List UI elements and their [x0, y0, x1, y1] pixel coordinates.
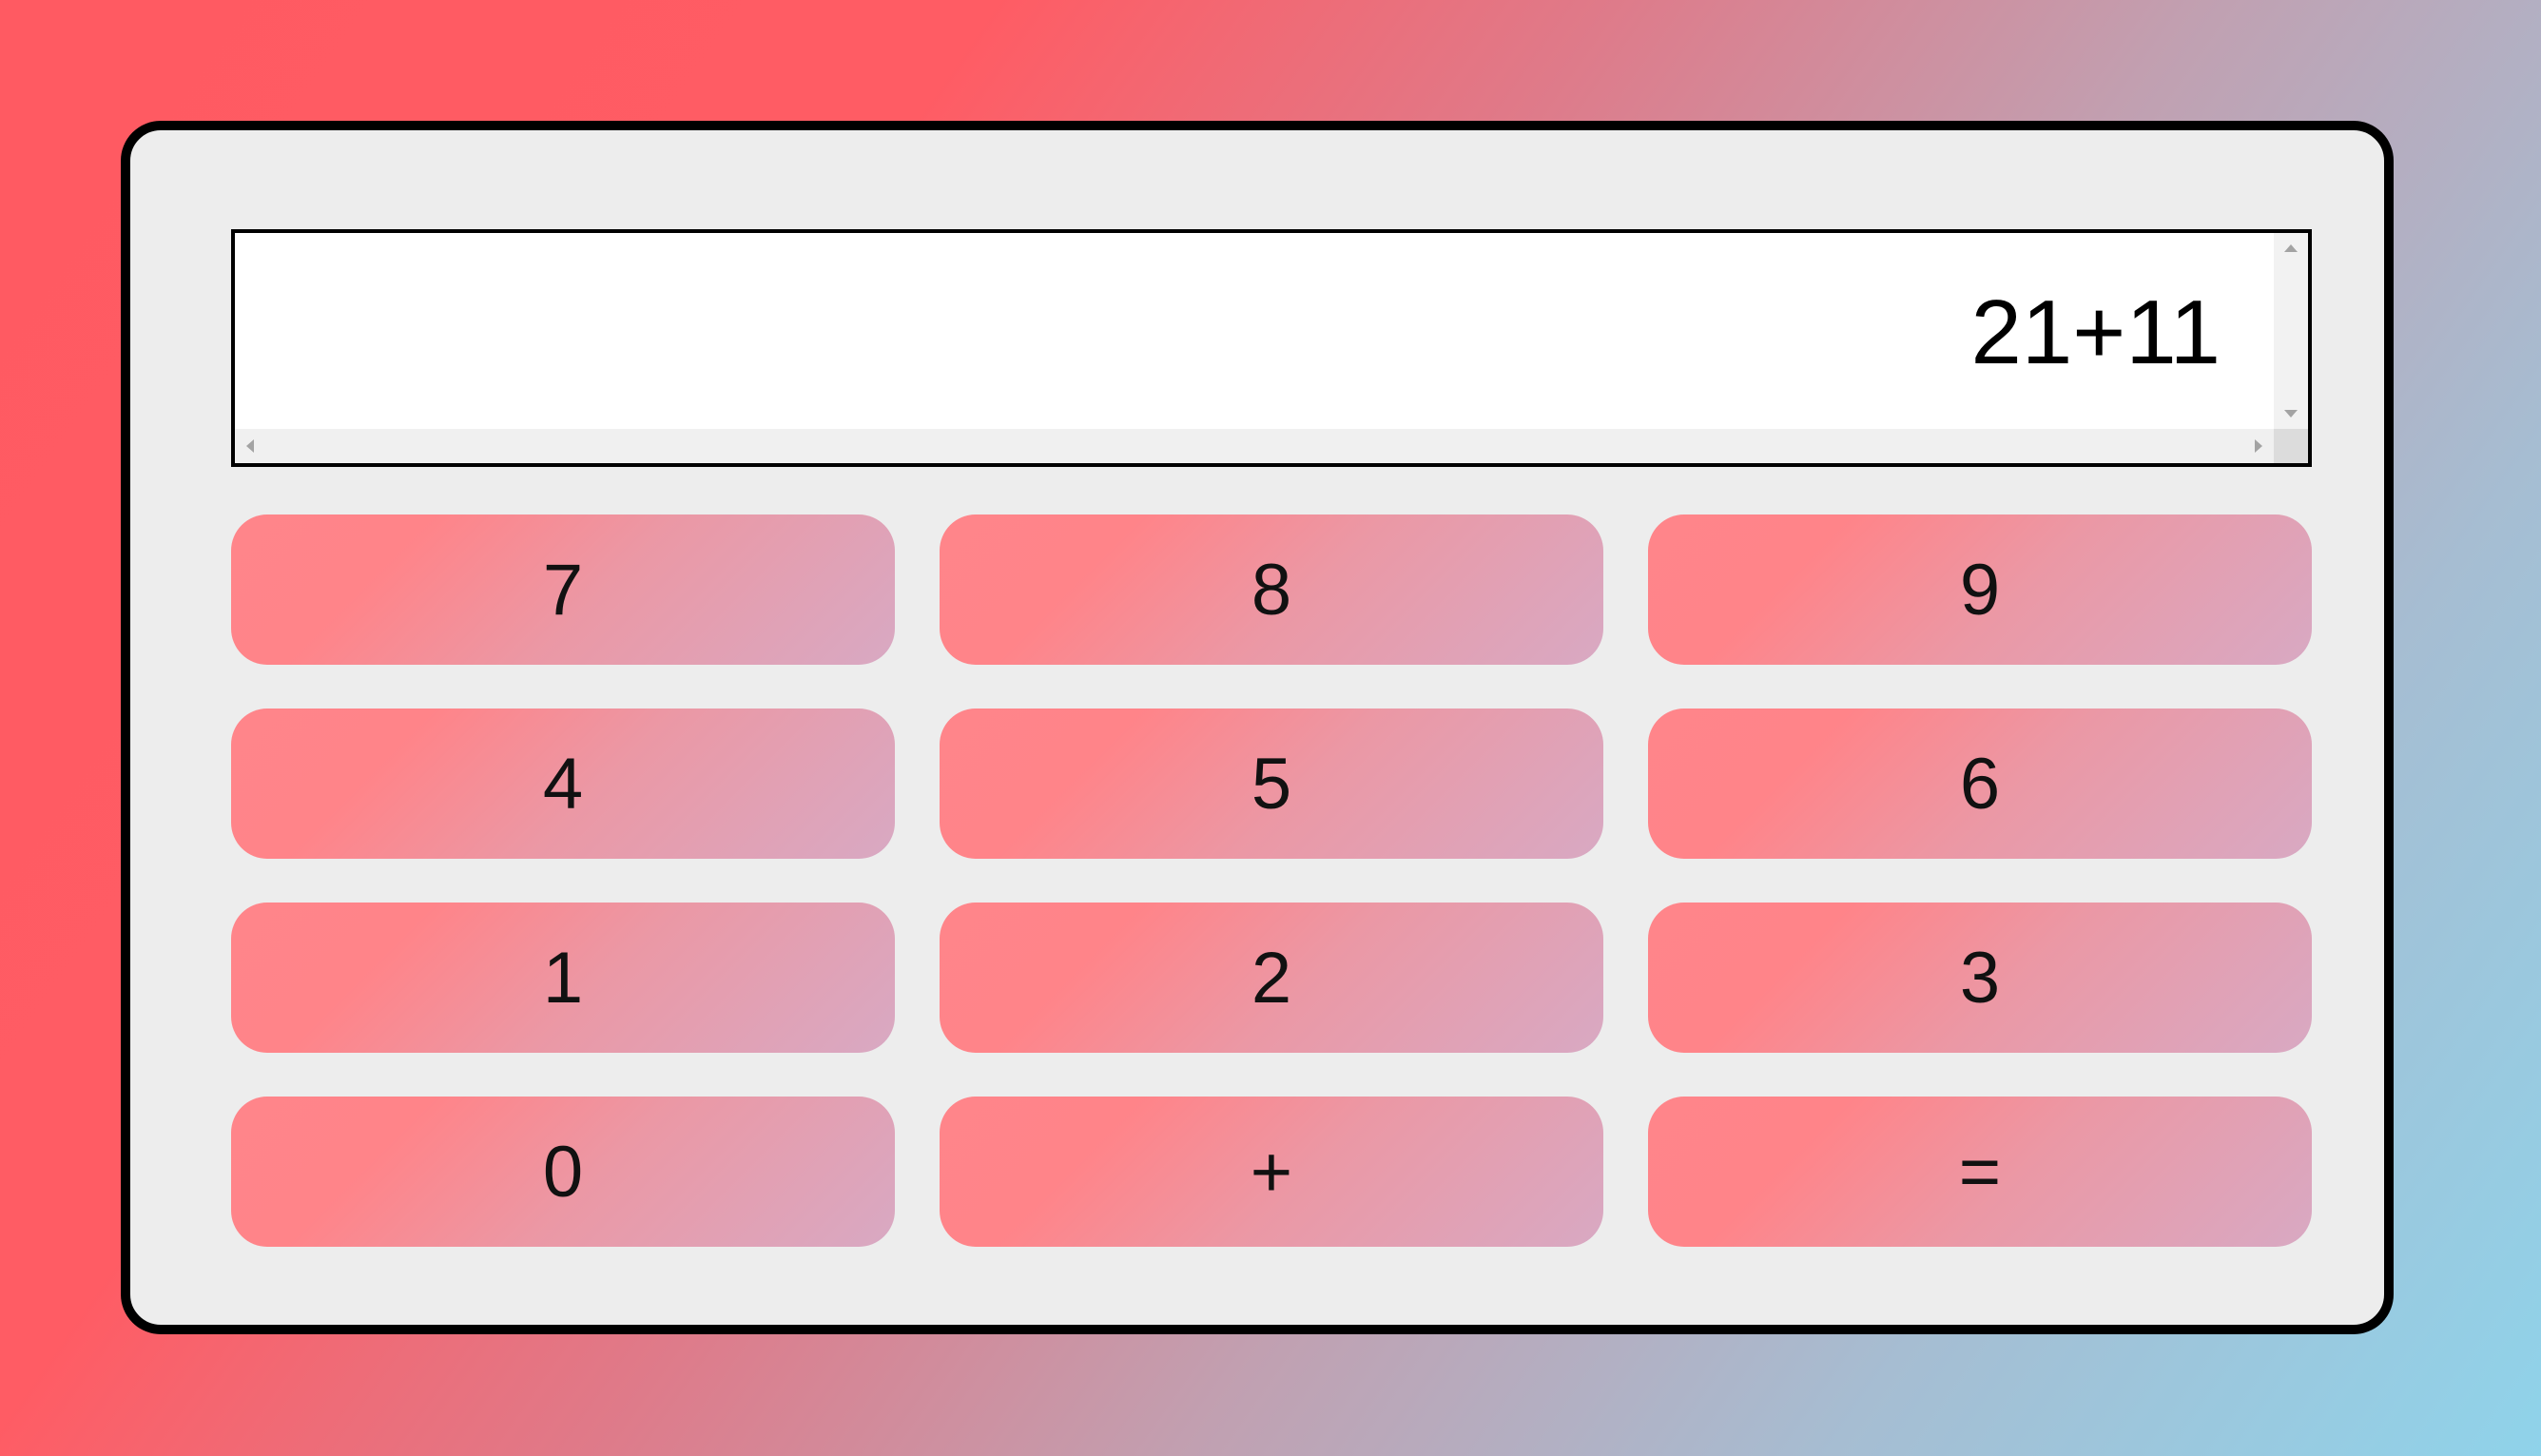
key-5[interactable]: 5 [940, 709, 1603, 859]
key-9[interactable]: 9 [1648, 514, 2312, 665]
scroll-down-arrow-icon[interactable] [2284, 410, 2298, 417]
key-2[interactable]: 2 [940, 903, 1603, 1053]
key-7[interactable]: 7 [231, 514, 895, 665]
scroll-right-arrow-icon[interactable] [2255, 439, 2262, 453]
keypad: 7 8 9 4 5 6 1 2 3 0 + = [231, 514, 2312, 1247]
key-8[interactable]: 8 [940, 514, 1603, 665]
key-4[interactable]: 4 [231, 709, 895, 859]
key-6[interactable]: 6 [1648, 709, 2312, 859]
vertical-scrollbar[interactable] [2274, 233, 2308, 429]
calculator-display[interactable]: 21+11 [231, 229, 2312, 467]
key-0[interactable]: 0 [231, 1097, 895, 1247]
scroll-left-arrow-icon[interactable] [246, 439, 254, 453]
display-expression: 21+11 [1970, 281, 2221, 383]
scrollbar-corner [2274, 429, 2308, 463]
scroll-up-arrow-icon[interactable] [2284, 244, 2298, 252]
horizontal-scrollbar[interactable] [235, 429, 2274, 463]
key-equals[interactable]: = [1648, 1097, 2312, 1247]
calculator-card: 21+11 7 8 9 4 5 6 1 2 3 0 + = [121, 121, 2394, 1334]
key-3[interactable]: 3 [1648, 903, 2312, 1053]
key-plus[interactable]: + [940, 1097, 1603, 1247]
key-1[interactable]: 1 [231, 903, 895, 1053]
